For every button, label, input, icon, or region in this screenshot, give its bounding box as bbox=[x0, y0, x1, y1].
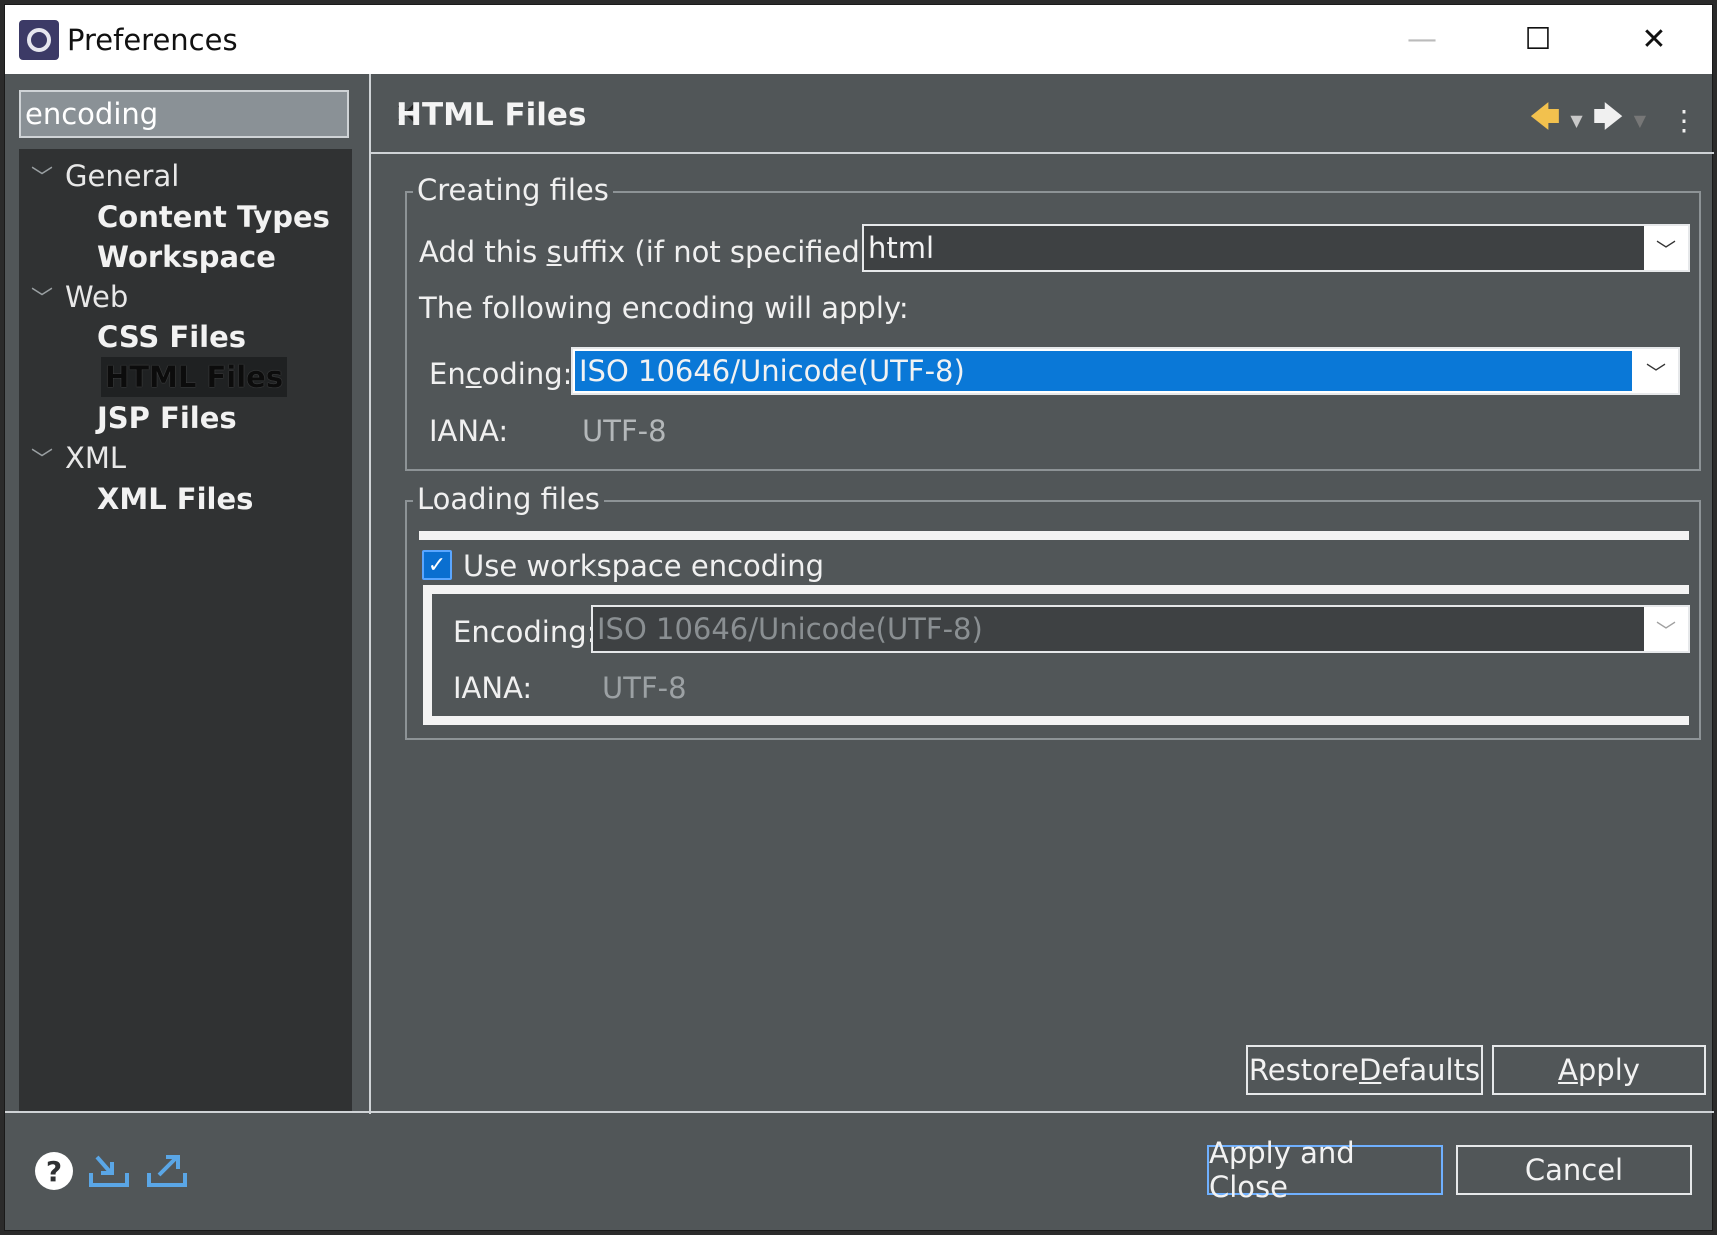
chevron-down-icon[interactable]: ﹀ bbox=[1644, 226, 1688, 270]
apply-button[interactable]: Apply bbox=[1492, 1045, 1706, 1095]
separator-bar bbox=[423, 585, 1689, 594]
preference-tree: ﹀ General Content Types Workspace ﹀ Web … bbox=[19, 149, 352, 1111]
tree-item-label: Web bbox=[65, 280, 129, 314]
import-icon[interactable] bbox=[87, 1151, 131, 1191]
tree-item-label: XML bbox=[65, 441, 127, 475]
tree-item-web[interactable]: ﹀ Web bbox=[19, 277, 128, 317]
creating-encoding-value: ISO 10646/Unicode(UTF-8) bbox=[573, 349, 1634, 393]
creating-iana-label: IANA: bbox=[429, 414, 509, 448]
filter-input[interactable] bbox=[21, 92, 394, 136]
use-workspace-checkbox[interactable]: ✓ bbox=[422, 550, 452, 580]
tree-item-general[interactable]: ﹀ General bbox=[19, 156, 179, 196]
tree-item-label: General bbox=[65, 159, 180, 193]
tree-item-content-types[interactable]: Content Types bbox=[93, 197, 330, 237]
group-label: Loading files bbox=[413, 482, 604, 516]
apply-and-close-button[interactable]: Apply and Close bbox=[1207, 1136, 1443, 1204]
filter-field: ✕ bbox=[19, 90, 419, 138]
forward-dropdown-icon[interactable]: ▼ bbox=[1634, 111, 1646, 130]
tree-item-xml[interactable]: ﹀ XML bbox=[19, 438, 126, 478]
back-arrow-icon[interactable]: 🡄 bbox=[1529, 95, 1560, 146]
suffix-value: html bbox=[868, 231, 935, 265]
tree-item-css-files[interactable]: CSS Files bbox=[93, 317, 246, 357]
separator-bar bbox=[423, 716, 1689, 725]
tree-item-jsp-files[interactable]: JSP Files bbox=[93, 398, 237, 438]
separator-bar bbox=[423, 585, 432, 717]
page-nav: 🡄 ▼ 🡆 ▼ ⋮ bbox=[1529, 95, 1698, 146]
header-divider bbox=[371, 152, 1714, 154]
footer-icons: ? bbox=[35, 1151, 189, 1191]
tree-item-html-files[interactable]: HTML Files bbox=[101, 357, 288, 397]
tree-item-label: Workspace bbox=[97, 240, 276, 274]
creating-iana-value: UTF-8 bbox=[582, 414, 667, 448]
view-menu-icon[interactable]: ⋮ bbox=[1670, 104, 1698, 137]
chevron-down-icon[interactable]: ﹀ bbox=[1634, 349, 1678, 393]
creating-encoding-label: Encoding: bbox=[429, 357, 573, 391]
separator-bar bbox=[419, 531, 1689, 540]
tree-item-label: HTML Files bbox=[105, 360, 284, 394]
panel-divider[interactable] bbox=[369, 74, 371, 1114]
page-title: HTML Files bbox=[396, 97, 587, 133]
tree-item-label: XML Files bbox=[97, 482, 254, 516]
tree-item-label: Content Types bbox=[97, 200, 330, 234]
tree-item-label: CSS Files bbox=[97, 320, 247, 354]
export-icon[interactable] bbox=[145, 1151, 189, 1191]
suffix-label: Add this suffix (if not specified): bbox=[419, 235, 881, 269]
encoding-apply-text: The following encoding will apply: bbox=[419, 291, 909, 325]
tree-item-xml-files[interactable]: XML Files bbox=[93, 479, 253, 519]
chevron-down-icon[interactable]: ﹀ bbox=[31, 442, 65, 474]
forward-arrow-icon[interactable]: 🡆 bbox=[1593, 95, 1624, 146]
loading-iana-label: IANA: bbox=[453, 671, 533, 705]
window-controls: — ☐ ✕ bbox=[1364, 5, 1712, 74]
loading-encoding-combo: ISO 10646/Unicode(UTF-8) ﹀ bbox=[591, 605, 1690, 653]
cancel-button[interactable]: Cancel bbox=[1456, 1145, 1692, 1195]
minimize-button[interactable]: — bbox=[1364, 5, 1480, 74]
maximize-button[interactable]: ☐ bbox=[1480, 5, 1596, 74]
group-label: Creating files bbox=[413, 173, 613, 207]
chevron-down-icon[interactable]: ﹀ bbox=[31, 281, 65, 313]
creating-encoding-combo[interactable]: ISO 10646/Unicode(UTF-8) ﹀ bbox=[571, 347, 1680, 395]
window-title: Preferences bbox=[67, 22, 238, 57]
loading-iana-value: UTF-8 bbox=[602, 671, 687, 705]
title-bar: Preferences — ☐ ✕ bbox=[5, 5, 1712, 74]
footer-divider bbox=[5, 1111, 1714, 1113]
tree-item-label: JSP Files bbox=[97, 401, 237, 435]
back-dropdown-icon[interactable]: ▼ bbox=[1570, 111, 1582, 130]
chevron-down-icon: ﹀ bbox=[1644, 607, 1688, 651]
loading-encoding-label: Encoding: bbox=[453, 615, 597, 649]
suffix-combo[interactable]: html ﹀ bbox=[862, 224, 1690, 272]
eclipse-app-icon bbox=[19, 19, 59, 60]
close-button[interactable]: ✕ bbox=[1596, 5, 1712, 74]
loading-encoding-value: ISO 10646/Unicode(UTF-8) bbox=[597, 612, 983, 646]
chevron-down-icon[interactable]: ﹀ bbox=[31, 160, 65, 192]
help-icon[interactable]: ? bbox=[35, 1152, 73, 1190]
tree-item-workspace[interactable]: Workspace bbox=[93, 237, 276, 277]
restore-defaults-button[interactable]: Restore Defaults bbox=[1246, 1045, 1483, 1095]
use-workspace-label[interactable]: Use workspace encoding bbox=[463, 549, 824, 583]
preferences-window: Preferences — ☐ ✕ ✕ ﹀ General Content Ty… bbox=[4, 4, 1714, 1231]
